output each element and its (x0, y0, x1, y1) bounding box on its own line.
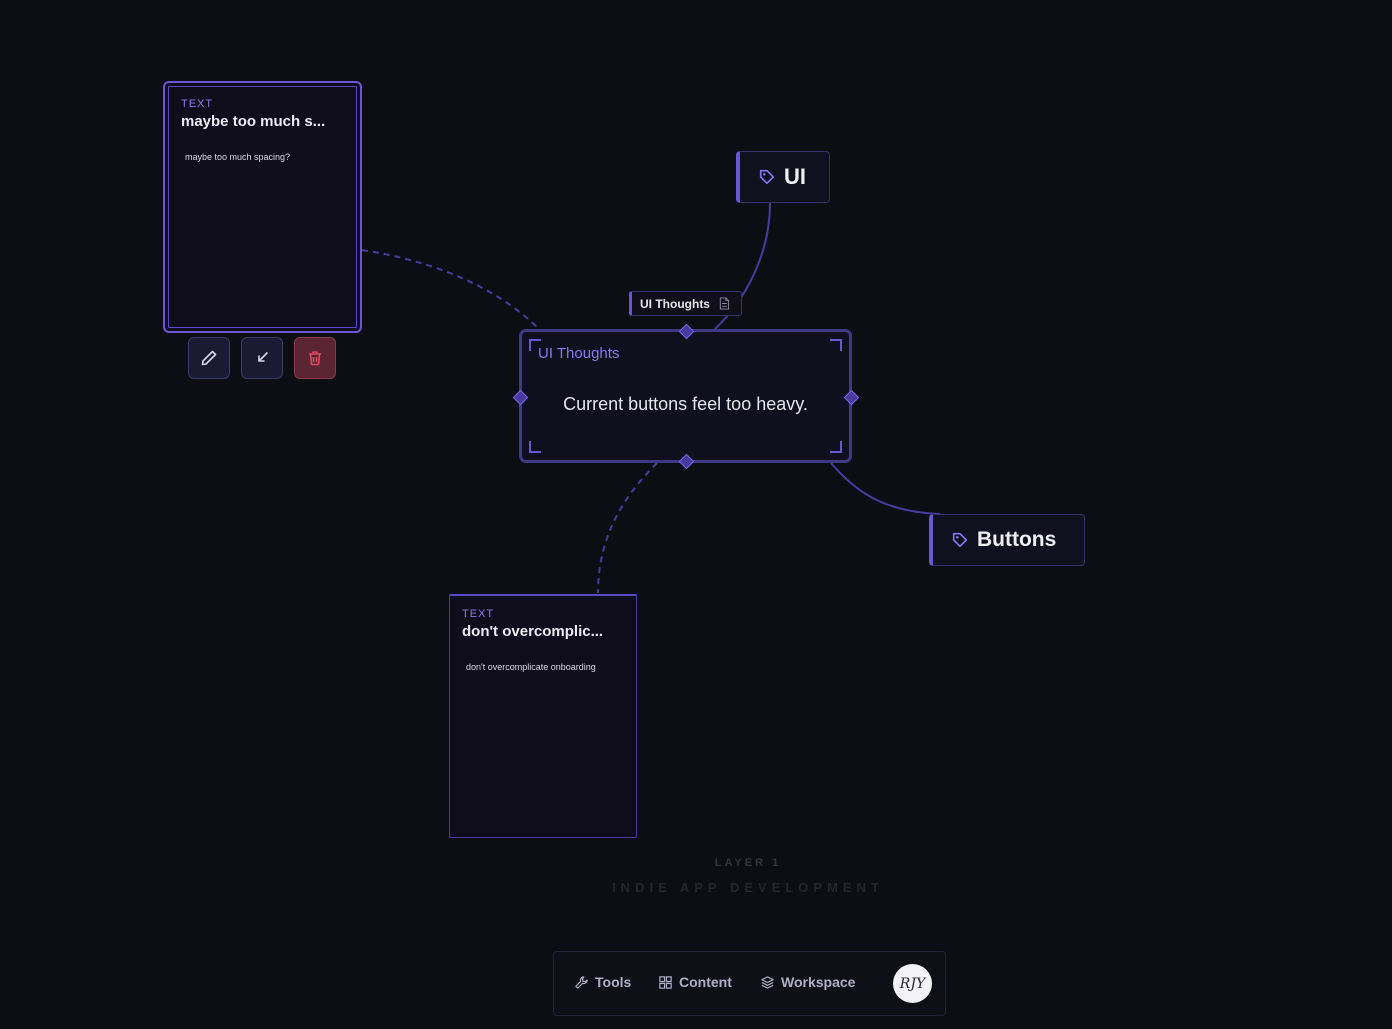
pencil-icon (201, 350, 217, 366)
trash-icon (309, 351, 321, 366)
layer-number: LAYER 1 (714, 857, 782, 869)
tag-label: UI (784, 164, 806, 189)
tag-label: Buttons (977, 528, 1057, 551)
layers-icon (761, 975, 774, 989)
grid-icon (659, 975, 672, 989)
card-body: don't overcomplicate onboarding (466, 662, 596, 672)
tag-icon (759, 169, 775, 185)
note-text: Current buttons feel too heavy. (563, 394, 808, 414)
card-title: don't overcomplic... (462, 623, 604, 640)
connector-note-buttons-tag (830, 462, 941, 515)
connector-note-card2 (597, 462, 658, 594)
wrench-icon (575, 975, 588, 989)
reply-card-button[interactable] (241, 337, 283, 379)
card-body: maybe too much spacing? (185, 152, 291, 162)
tag-icon (952, 532, 968, 548)
avatar-initials: RJY (899, 975, 926, 992)
workspace-canvas[interactable]: TEXT maybe too much s... maybe too much … (0, 0, 1392, 1029)
document-icon (719, 297, 730, 310)
dock-content-label: Content (679, 974, 732, 990)
layer-name: INDIE APP DEVELOPMENT (612, 880, 884, 895)
arrow-back-icon (258, 352, 268, 362)
note-title: UI Thoughts (538, 345, 620, 362)
dock-content-button[interactable]: Content (658, 974, 732, 990)
dock-workspace-button[interactable]: Workspace (760, 974, 855, 990)
note-label[interactable]: UI Thoughts (629, 291, 742, 316)
text-card-onboarding[interactable]: TEXT don't overcomplic... don't overcomp… (449, 594, 637, 838)
edit-card-button[interactable] (188, 337, 230, 379)
note-ui-thoughts[interactable]: UI Thoughts Current buttons feel too hea… (519, 329, 852, 463)
dock-tools-button[interactable]: Tools (574, 974, 631, 990)
delete-card-button[interactable] (294, 337, 336, 379)
dock-tools-label: Tools (595, 974, 632, 990)
connector-card1-note (361, 249, 541, 331)
corner-bracket (830, 441, 842, 453)
tag-buttons[interactable]: Buttons (929, 514, 1085, 566)
card-kind-label: TEXT (181, 98, 214, 110)
text-card-spacing[interactable]: TEXT maybe too much s... maybe too much … (163, 81, 362, 333)
tag-ui[interactable]: UI (736, 151, 830, 203)
bottom-dock: Tools Content Workspace RJY (553, 951, 946, 1016)
corner-bracket (830, 339, 842, 351)
card-title: maybe too much s... (181, 113, 326, 130)
card-kind-label: TEXT (462, 608, 495, 620)
dock-workspace-label: Workspace (781, 974, 856, 990)
corner-bracket (529, 441, 541, 453)
avatar[interactable]: RJY (893, 964, 932, 1003)
note-label-text: UI Thoughts (640, 296, 710, 311)
